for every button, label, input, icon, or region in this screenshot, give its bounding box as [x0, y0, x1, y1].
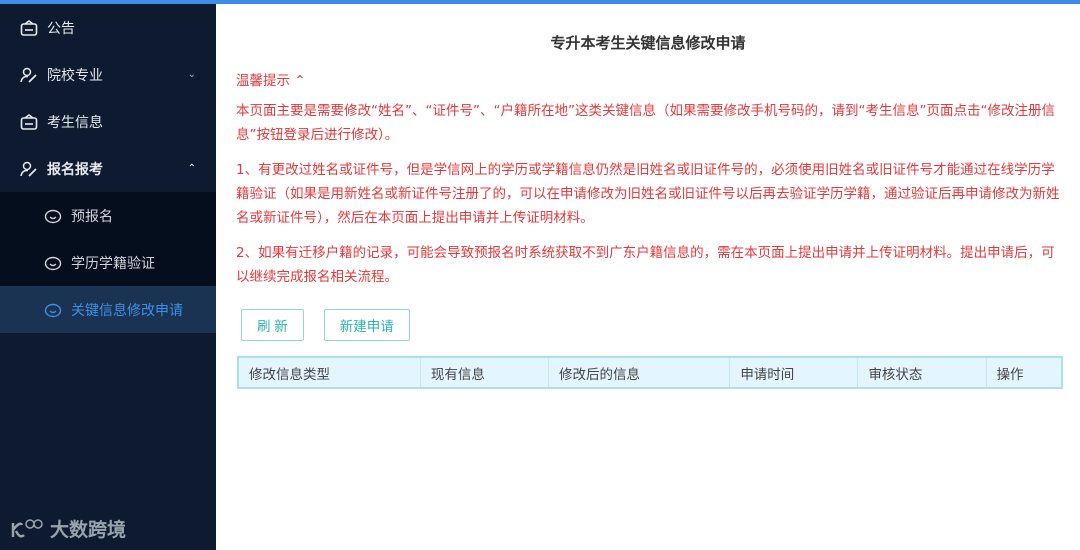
brand-logo: 大数跨境: [10, 515, 126, 542]
sidebar-item-label: 预报名: [71, 208, 113, 225]
sidebar-item-registration[interactable]: 报名报考 ⌃: [0, 145, 216, 192]
column-header: 申请时间: [729, 357, 859, 388]
notice-icon: [20, 19, 38, 37]
sidebar-item-label: 公告: [47, 20, 75, 37]
logo-mark-icon: [11, 518, 43, 538]
tips-toggle[interactable]: 温馨提示 ⌃: [236, 69, 1066, 89]
column-header: 操作: [986, 357, 1063, 388]
main-content: 专升本考生关键信息修改申请 温馨提示 ⌃ 本页面主要是需要修改“姓名”、“证件号…: [216, 4, 1080, 550]
column-header: 审核状态: [857, 357, 987, 388]
chevron-down-icon: ⌄: [187, 69, 196, 80]
tip-paragraph: 2、如果有迁移户籍的记录，可能会导致预报名时系统获取不到广东户籍信息的，需在本页…: [236, 245, 1055, 285]
sidebar-subitem-key-info-change[interactable]: 关键信息修改申请: [0, 286, 216, 333]
tips-panel: 温馨提示 ⌃ 本页面主要是需要修改“姓名”、“证件号”、“户籍所在地”这类关键信…: [236, 69, 1066, 289]
tips-header: 温馨提示: [236, 73, 290, 89]
column-header: 修改信息类型: [238, 357, 421, 388]
column-header: 现有信息: [420, 357, 549, 388]
table-header-row: 修改信息类型 现有信息 修改后的信息 申请时间 审核状态 操作: [238, 357, 1063, 388]
sidebar-item-label: 报名报考: [47, 161, 103, 178]
tip-paragraph: 本页面主要是需要修改“姓名”、“证件号”、“户籍所在地”这类关键信息（如果需要修…: [236, 103, 1055, 143]
applications-table: 修改信息类型 现有信息 修改后的信息 申请时间 审核状态 操作: [237, 356, 1063, 389]
sidebar-item-schools[interactable]: 院校专业 ⌄: [0, 51, 216, 98]
sidebar-subitem-pre-registration[interactable]: 预报名: [0, 192, 216, 239]
refresh-button[interactable]: 刷 新: [241, 309, 304, 341]
tip-paragraph: 1、有更改过姓名或证件号，但是学信网上的学历或学籍信息仍然是旧姓名或旧证件号的，…: [236, 162, 1060, 226]
logo-text: 大数跨境: [50, 519, 127, 541]
sidebar-item-label: 关键信息修改申请: [71, 302, 183, 319]
sidebar-item-student-info[interactable]: 考生信息: [0, 98, 216, 145]
column-header: 修改后的信息: [548, 357, 731, 388]
smiley-icon: [44, 301, 62, 319]
user-edit-icon: [20, 160, 38, 178]
notice-icon: [20, 113, 38, 131]
new-application-button[interactable]: 新建申请: [323, 309, 410, 341]
user-edit-icon: [20, 66, 38, 84]
sidebar-subitem-education-verify[interactable]: 学历学籍验证: [0, 239, 216, 286]
sidebar: 公告 院校专业 ⌄ 考生信息 报名报考 ⌃ 预报名 学历学籍验证 关键信息修改申…: [0, 4, 216, 550]
sidebar-item-label: 院校专业: [47, 67, 103, 84]
submenu: 预报名 学历学籍验证 关键信息修改申请: [0, 192, 216, 333]
smiley-icon: [44, 207, 62, 225]
page-title: 专升本考生关键信息修改申请: [550, 34, 746, 52]
smiley-icon: [44, 254, 62, 272]
sidebar-item-label: 考生信息: [47, 114, 103, 131]
sidebar-item-notice[interactable]: 公告: [0, 4, 216, 51]
chevron-up-icon: ⌃: [187, 163, 196, 174]
sidebar-item-label: 学历学籍验证: [71, 255, 155, 272]
chevron-up-icon: ⌃: [294, 73, 306, 89]
